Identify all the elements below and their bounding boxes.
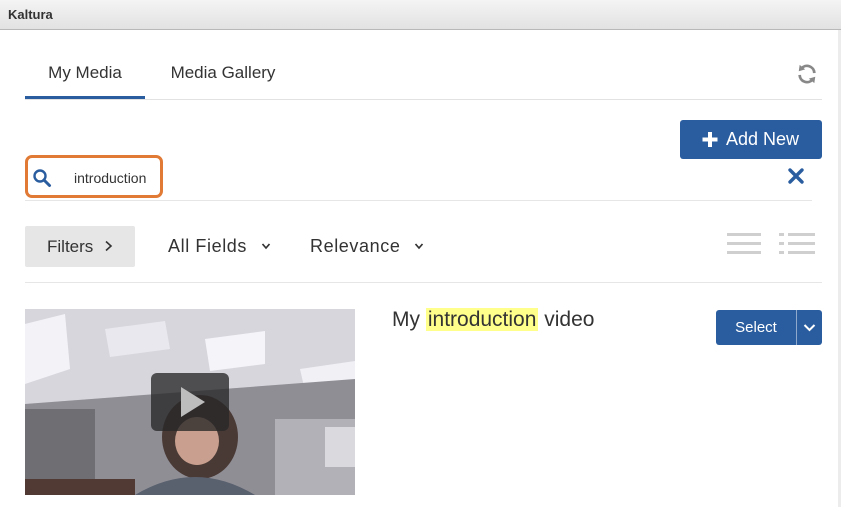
divider [25,200,812,201]
search-icon [33,169,51,187]
select-dropdown-toggle[interactable] [797,310,822,345]
chevron-down-icon [803,324,816,332]
play-icon [181,387,205,417]
tab-media-gallery[interactable]: Media Gallery [153,55,293,99]
chevron-down-icon [261,243,270,250]
filters-label: Filters [47,237,94,256]
search-fields-dropdown[interactable]: All Fields [168,226,271,267]
window-title: Kaltura [8,7,53,22]
list-view-icon[interactable] [727,232,761,256]
media-thumbnail[interactable] [25,309,355,495]
select-button[interactable]: Select [716,310,796,345]
chevron-right-icon [105,240,113,252]
media-title-before: My [392,308,420,331]
search-fields-label: All Fields [168,236,248,256]
chevron-down-icon [414,243,424,250]
media-title-after: video [544,308,595,331]
tab-bar: My Media Media Gallery [25,55,822,100]
search-input[interactable] [74,169,160,187]
media-title[interactable]: My introduction video [392,308,594,332]
add-new-label: Add New [726,129,800,149]
refresh-icon[interactable] [796,63,818,85]
add-new-button[interactable]: Add New [680,120,822,159]
search-highlight: introduction [425,308,539,331]
search-box[interactable] [25,155,163,198]
select-button-group: Select [716,310,822,345]
tab-my-media[interactable]: My Media [25,55,145,99]
filters-button[interactable]: Filters [25,226,135,267]
close-icon[interactable] [787,166,805,186]
sort-dropdown[interactable]: Relevance [310,226,424,267]
play-button[interactable] [151,373,229,431]
plus-icon [702,132,718,147]
detailed-view-icon[interactable] [779,232,815,256]
sort-label: Relevance [310,236,401,256]
window-titlebar: Kaltura [0,0,841,30]
divider [25,282,822,283]
